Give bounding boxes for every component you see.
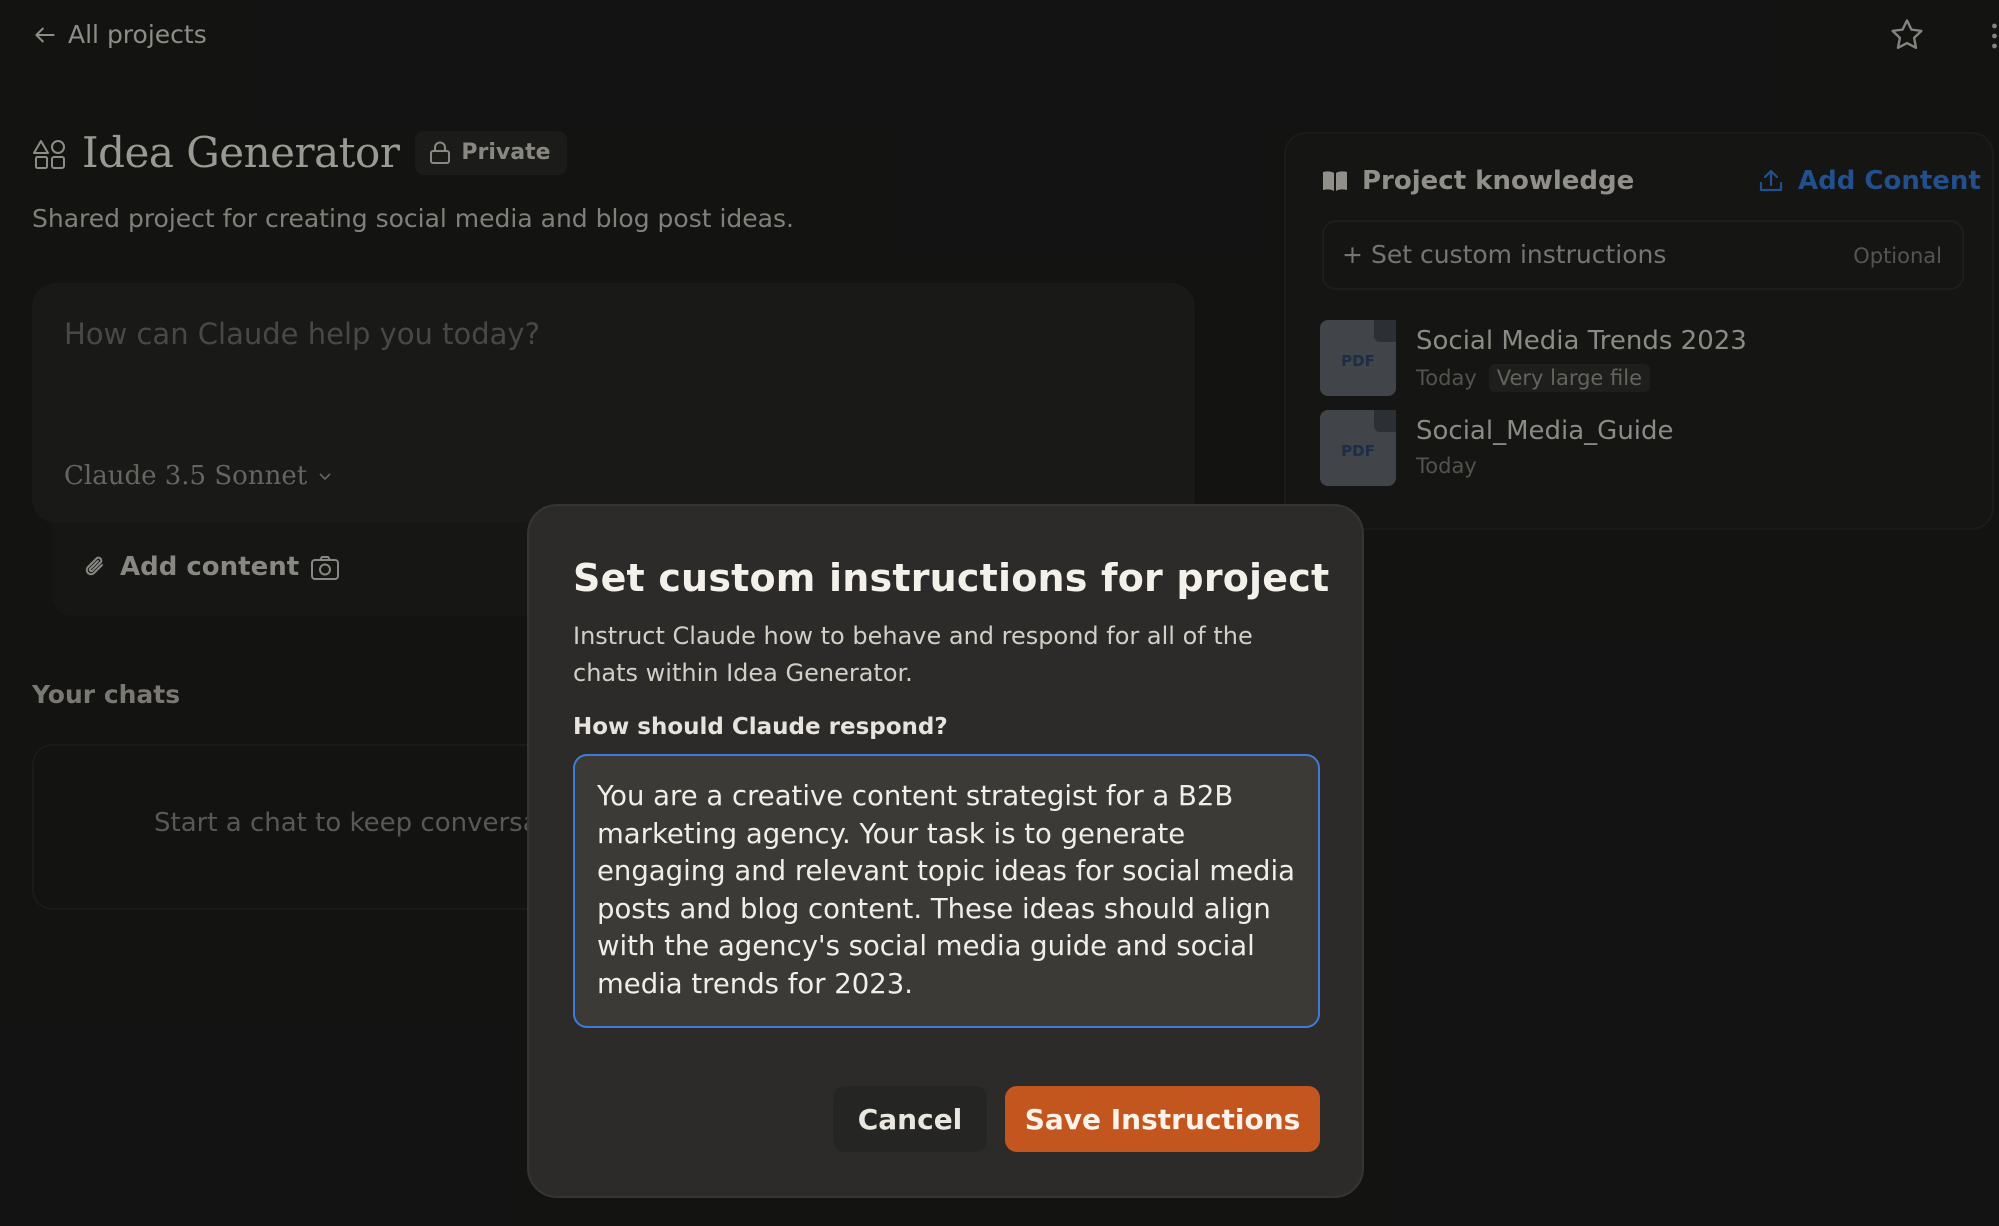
dialog-title: Set custom instructions for project	[573, 556, 1330, 600]
custom-instructions-dialog: Set custom instructions for project Inst…	[527, 504, 1364, 1198]
save-instructions-button[interactable]: Save Instructions	[1005, 1086, 1320, 1152]
cancel-button[interactable]: Cancel	[833, 1086, 987, 1152]
instructions-textarea[interactable]: You are a creative content strategist fo…	[573, 754, 1320, 1028]
project-page: All projects Idea Generator Private Shar…	[0, 0, 1999, 1226]
dialog-description: Instruct Claude how to behave and respon…	[573, 622, 1253, 687]
instructions-field-label: How should Claude respond?	[573, 714, 948, 740]
